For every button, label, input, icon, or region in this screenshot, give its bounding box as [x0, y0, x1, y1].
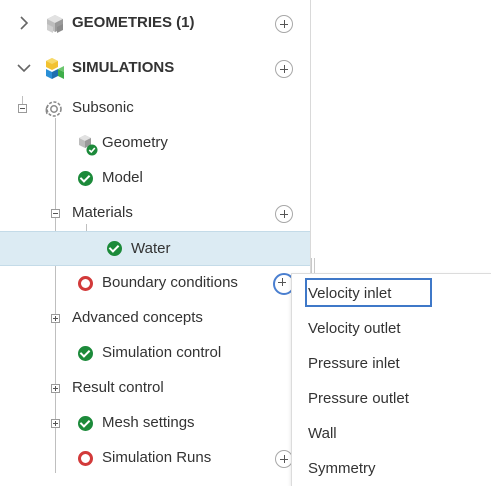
tree-item-simulation-runs[interactable]: Simulation Runs [0, 441, 310, 475]
menu-item-label: Symmetry [308, 460, 376, 477]
simulation-gear-icon [45, 101, 62, 117]
tree-item-advanced-concepts[interactable]: Advanced concepts [0, 301, 310, 335]
materials-label: Materials [72, 204, 133, 221]
menu-item-label: Velocity outlet [308, 320, 401, 337]
model-label: Model [102, 169, 143, 186]
tree-item-boundary-conditions[interactable]: Boundary conditions [0, 266, 310, 300]
project-tree: GEOMETRIES (1) SIMULATIONS Subsonic Geom… [0, 0, 311, 485]
advanced-concepts-label: Advanced concepts [72, 309, 203, 326]
menu-item-pressure-inlet[interactable]: Pressure inlet [292, 346, 491, 381]
result-control-label: Result control [72, 379, 164, 396]
menu-item-velocity-outlet[interactable]: Velocity outlet [292, 311, 491, 346]
check-icon [78, 171, 93, 186]
subsonic-label: Subsonic [72, 99, 134, 116]
simulations-title: SIMULATIONS [72, 59, 175, 76]
geometries-title: GEOMETRIES (1) [72, 14, 195, 31]
menu-item-pressure-outlet[interactable]: Pressure outlet [292, 381, 491, 416]
menu-item-label: Wall [308, 425, 337, 442]
collapse-toggle[interactable] [51, 209, 60, 218]
add-material-button[interactable] [275, 205, 293, 223]
expand-toggle[interactable] [51, 314, 60, 323]
check-icon [78, 416, 93, 431]
chevron-right-icon[interactable] [14, 13, 34, 33]
tree-item-simulation-control[interactable]: Simulation control [0, 336, 310, 370]
menu-item-wall[interactable]: Wall [292, 416, 491, 451]
water-label: Water [131, 240, 171, 257]
geometry-cube-check-icon [79, 135, 98, 156]
simulation-subsonic[interactable]: Subsonic [0, 91, 310, 125]
add-geometry-button[interactable] [275, 15, 293, 33]
menu-item-label: Pressure inlet [308, 355, 400, 372]
menu-item-label: Pressure outlet [308, 390, 409, 407]
tree-item-result-control[interactable]: Result control [0, 371, 310, 405]
menu-item-symmetry[interactable]: Symmetry [292, 451, 491, 486]
chevron-down-icon[interactable] [14, 58, 34, 78]
tree-item-materials[interactable]: Materials [0, 196, 310, 230]
tree-item-mesh-settings[interactable]: Mesh settings [0, 406, 310, 440]
check-icon [78, 346, 93, 361]
check-icon [107, 241, 122, 256]
expand-toggle[interactable] [51, 384, 60, 393]
expand-toggle[interactable] [51, 419, 60, 428]
simulation-runs-label: Simulation Runs [102, 449, 212, 466]
simulations-blocks-icon [46, 58, 64, 79]
panel-resize-handle[interactable] [310, 258, 316, 274]
add-simulation-button[interactable] [275, 60, 293, 78]
tree-item-geometry[interactable]: Geometry [0, 126, 310, 160]
simulations-section[interactable]: SIMULATIONS [0, 51, 310, 85]
menu-item-label: Velocity inlet [308, 285, 392, 302]
geometries-cube-icon [47, 15, 63, 33]
collapse-toggle[interactable] [18, 104, 27, 113]
boundary-condition-menu: Velocity inlet Velocity outlet Pressure … [291, 273, 491, 486]
menu-item-velocity-inlet[interactable]: Velocity inlet [292, 276, 491, 311]
mesh-settings-label: Mesh settings [102, 414, 195, 431]
simulation-control-label: Simulation control [102, 344, 222, 361]
tree-item-model[interactable]: Model [0, 161, 310, 195]
boundary-conditions-label: Boundary conditions [102, 274, 238, 291]
tree-item-water[interactable]: Water [0, 231, 310, 266]
warning-icon [78, 451, 93, 466]
warning-icon [78, 276, 93, 291]
geometries-section[interactable]: GEOMETRIES (1) [0, 6, 310, 40]
geometry-label: Geometry [102, 134, 168, 151]
